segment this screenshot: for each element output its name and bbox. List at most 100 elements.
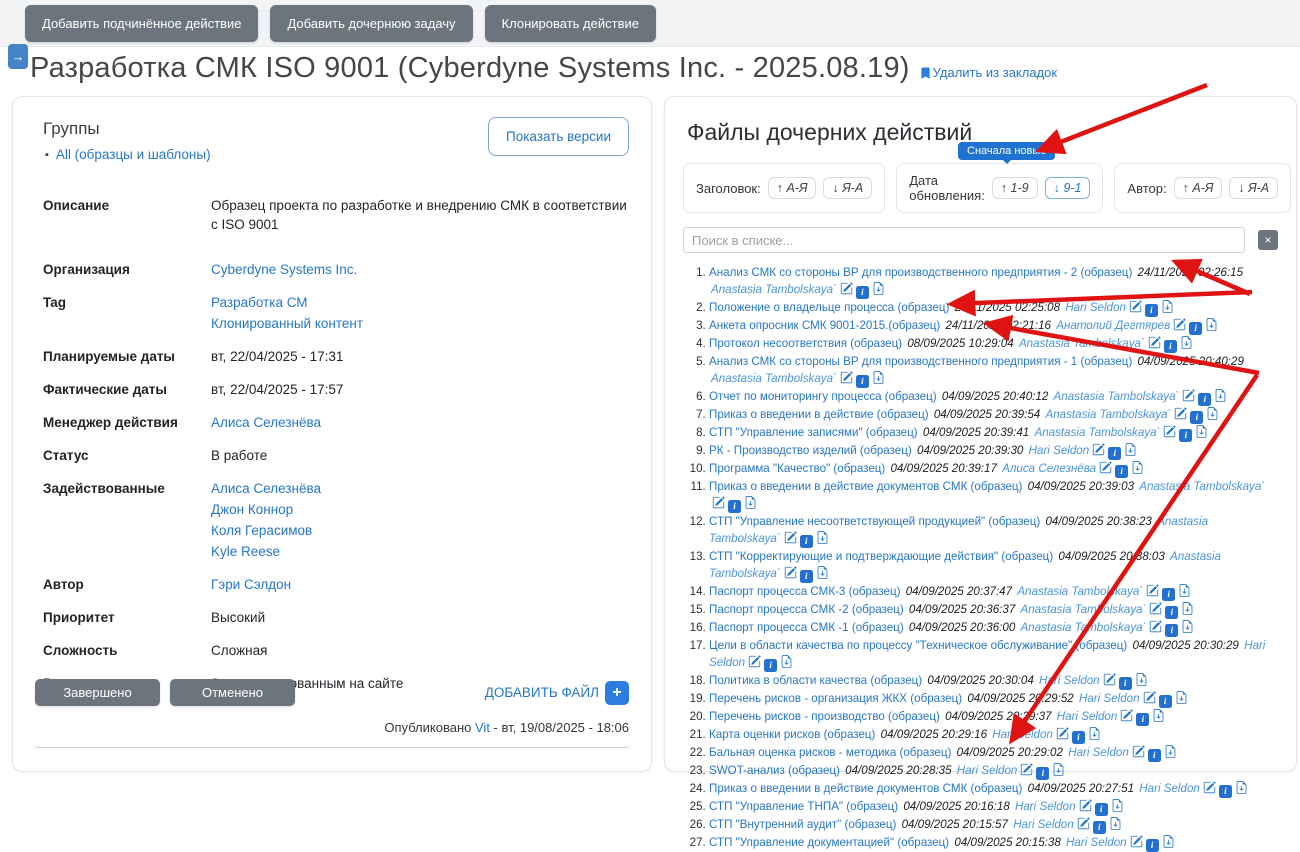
download-icon[interactable]	[1235, 781, 1248, 794]
info-icon[interactable]: i	[1165, 606, 1179, 619]
file-author-link[interactable]: Hari Seldon	[1039, 674, 1100, 687]
file-author-link[interactable]: Анатолий Дегтярев	[1056, 319, 1170, 332]
file-title-link[interactable]: Анкета опросник СМК 9001-2015.(образец)	[709, 319, 940, 332]
file-title-link[interactable]: Паспорт процесса СМК -2 (образец)	[709, 603, 904, 616]
detail-value-link[interactable]: Cyberdyne Systems Inc.	[211, 260, 357, 279]
file-title-link[interactable]: SWOT-анализ (образец)	[709, 764, 840, 777]
file-title-link[interactable]: Анализ СМК со стороны ВР для производств…	[709, 266, 1132, 279]
file-title-link[interactable]: СТП "Корректирующие и подтверждающие дей…	[709, 550, 1053, 563]
complete-button[interactable]: Завершено	[35, 679, 160, 706]
detail-value-link[interactable]: Гэри Сэлдон	[211, 575, 291, 594]
download-icon[interactable]	[1109, 817, 1122, 830]
file-author-link[interactable]: Hari Seldon	[1079, 692, 1140, 705]
file-title-link[interactable]: СТП "Внутренний аудит" (образец)	[709, 818, 896, 831]
file-author-link[interactable]: Anastasia Tambolskaya`	[1035, 426, 1161, 439]
info-icon[interactable]: i	[1136, 713, 1150, 726]
file-title-link[interactable]: Протокол несоответствия (образец)	[709, 337, 902, 350]
edit-icon[interactable]	[1163, 425, 1177, 438]
file-title-link[interactable]: Перечень рисков - организация ЖКХ (образ…	[709, 692, 962, 705]
file-author-link[interactable]: Hari Seldon	[1066, 836, 1127, 849]
file-title-link[interactable]: СТП "Управление документацией" (образец)	[709, 836, 949, 849]
add-file-link[interactable]: ДОБАВИТЬ ФАЙЛ +	[485, 680, 629, 705]
remove-bookmark-link[interactable]: Удалить из закладок	[920, 65, 1057, 80]
detail-value-link[interactable]: Джон Коннор	[211, 500, 321, 519]
info-icon[interactable]: i	[1108, 447, 1122, 460]
edit-icon[interactable]	[1174, 407, 1188, 420]
info-icon[interactable]: i	[1158, 695, 1172, 708]
edit-icon[interactable]	[1103, 673, 1116, 686]
file-author-link[interactable]: Anastasia Tambolskaya`	[1021, 603, 1147, 616]
edit-icon[interactable]	[1146, 584, 1159, 597]
search-input[interactable]	[683, 227, 1245, 253]
file-title-link[interactable]: Перечень рисков - производство (образец)	[709, 710, 940, 723]
edit-icon[interactable]	[1077, 817, 1090, 830]
file-author-link[interactable]: Anastasia Tambolskaya`	[1139, 480, 1265, 493]
download-icon[interactable]	[744, 496, 757, 509]
file-title-link[interactable]: СТП "Управление несоответствующей продук…	[709, 515, 1040, 528]
info-icon[interactable]: i	[1179, 429, 1193, 442]
sort-group-title-desc-button[interactable]: ↓ Я-А	[823, 177, 873, 199]
edit-icon[interactable]	[1129, 300, 1142, 313]
sort-group-title-asc-button[interactable]: ↑ А-Я	[767, 177, 817, 199]
file-title-link[interactable]: СТП "Управление ТНПА" (образец)	[709, 800, 898, 813]
info-icon[interactable]: i	[1218, 785, 1232, 798]
info-icon[interactable]: i	[855, 286, 869, 299]
info-icon[interactable]: i	[1198, 393, 1212, 406]
file-title-link[interactable]: Карта оценки рисков (образец)	[709, 728, 875, 741]
download-icon[interactable]	[1206, 407, 1219, 420]
file-title-link[interactable]: Цели в области качества по процессу "Тех…	[709, 639, 1127, 652]
edit-icon[interactable]	[1092, 443, 1105, 456]
sort-group-author-asc-button[interactable]: ↑ А-Я	[1173, 177, 1223, 199]
file-title-link[interactable]: СТП "Управление записями" (образец)	[709, 426, 918, 439]
file-author-link[interactable]: Anastasia Tambolskaya`	[1017, 585, 1143, 598]
file-author-link[interactable]: Hari Seldon	[1068, 746, 1129, 759]
cancel-button[interactable]: Отменено	[170, 679, 295, 706]
file-author-link[interactable]: Hari Seldon	[1013, 818, 1074, 831]
detail-value-link[interactable]: Клонированный контент	[211, 314, 363, 333]
file-author-link[interactable]: Hari Seldon	[1065, 301, 1126, 314]
file-title-link[interactable]: Приказ о введении в действие (образец)	[709, 408, 929, 421]
download-icon[interactable]	[1175, 691, 1188, 704]
download-icon[interactable]	[1131, 461, 1144, 474]
info-icon[interactable]: i	[1118, 677, 1132, 690]
file-author-link[interactable]: Hari Seldon	[1139, 782, 1200, 795]
edit-icon[interactable]	[840, 282, 853, 295]
info-icon[interactable]: i	[764, 659, 778, 672]
download-icon[interactable]	[1135, 673, 1148, 686]
file-title-link[interactable]: Приказ о введении в действие документов …	[709, 480, 1022, 493]
edit-icon[interactable]	[1132, 745, 1145, 758]
add-file-icon[interactable]: +	[605, 680, 629, 705]
file-author-link[interactable]: Hari Seldon	[1057, 710, 1118, 723]
download-icon[interactable]	[1164, 745, 1177, 758]
edit-icon[interactable]	[1149, 602, 1163, 615]
file-author-link[interactable]: Anastasia Tambolskaya`	[1045, 408, 1171, 421]
info-icon[interactable]: i	[1094, 803, 1108, 816]
info-icon[interactable]: i	[799, 570, 813, 583]
download-icon[interactable]	[1052, 763, 1065, 776]
download-icon[interactable]	[1180, 336, 1193, 349]
download-icon[interactable]	[1214, 389, 1227, 402]
file-title-link[interactable]: Паспорт процесса СМК -1 (образец)	[709, 621, 904, 634]
edit-icon[interactable]	[712, 496, 725, 509]
download-icon[interactable]	[1124, 443, 1137, 456]
download-icon[interactable]	[780, 655, 793, 668]
add-child-task-button[interactable]: Добавить дочернюю задачу	[270, 5, 473, 42]
info-icon[interactable]: i	[1071, 731, 1085, 744]
detail-value-link[interactable]: Разработка СМ	[211, 293, 363, 312]
sort-group-date-desc-button[interactable]: ↓ 9-1	[1044, 177, 1091, 199]
file-author-link[interactable]: Anastasia Tambolskaya`	[1019, 337, 1145, 350]
edit-icon[interactable]	[1149, 620, 1163, 633]
file-author-link[interactable]: Hari Seldon	[1015, 800, 1076, 813]
add-sub-action-button[interactable]: Добавить подчинённое действие	[25, 5, 259, 42]
edit-icon[interactable]	[1120, 709, 1134, 722]
download-icon[interactable]	[1181, 620, 1194, 633]
file-author-link[interactable]: Hari Seldon	[1029, 444, 1090, 457]
download-icon[interactable]	[1195, 425, 1208, 438]
group-link[interactable]: All (образцы и шаблоны)	[56, 147, 211, 162]
detail-value-link[interactable]: Алиса Селезнёва	[211, 413, 321, 432]
download-icon[interactable]	[1162, 835, 1175, 848]
download-icon[interactable]	[872, 371, 885, 384]
file-title-link[interactable]: Паспорт процесса СМК-3 (образец)	[709, 585, 900, 598]
info-icon[interactable]: i	[1165, 624, 1179, 637]
file-author-link[interactable]: Anastasia Tambolskaya`	[1054, 390, 1180, 403]
